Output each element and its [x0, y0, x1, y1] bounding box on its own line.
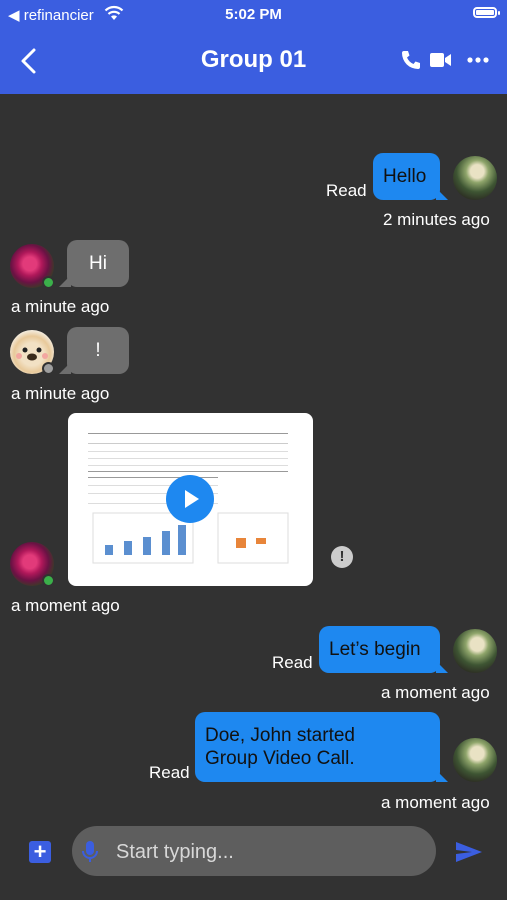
read-receipt: Read — [272, 653, 313, 672]
avatar[interactable] — [453, 738, 497, 782]
message-bubble[interactable]: Hi — [59, 240, 129, 287]
message-text-line: Doe, John started — [205, 725, 355, 746]
phone-icon[interactable] — [400, 49, 422, 71]
offline-status-indicator — [42, 362, 55, 375]
play-button[interactable] — [166, 475, 214, 523]
send-icon[interactable] — [455, 840, 483, 864]
read-receipt: Read — [149, 763, 190, 782]
message-text: ! — [95, 340, 101, 361]
add-icon: + — [33, 839, 47, 864]
message-timestamp: 2 minutes ago — [383, 210, 490, 229]
more-icon[interactable] — [467, 57, 489, 63]
add-attachment-button[interactable]: + — [29, 841, 51, 863]
online-status-indicator — [42, 276, 55, 289]
video-camera-icon[interactable] — [430, 52, 452, 68]
message-input[interactable] — [114, 834, 418, 870]
message-text-line: Group Video Call. — [205, 748, 355, 769]
message-timestamp: a minute ago — [11, 297, 110, 316]
message-timestamp: a moment ago — [11, 596, 120, 615]
message-text: Hi — [89, 253, 107, 274]
read-receipt: Read — [326, 181, 367, 200]
status-time: 5:02 PM — [225, 6, 282, 23]
message-text: Hello — [383, 166, 427, 187]
message-bubble[interactable]: Hello — [373, 153, 448, 200]
avatar[interactable] — [453, 629, 497, 673]
message-text: Let’s begin — [329, 639, 421, 660]
battery-icon — [473, 7, 500, 18]
message-timestamp: a moment ago — [381, 683, 490, 702]
status-bar: ◀ refinancier 5:02 PM — [0, 0, 507, 30]
exclamation-circle-icon[interactable]: ! — [331, 546, 353, 568]
message-bubble[interactable]: Let’s begin — [319, 626, 448, 673]
message-bubble[interactable]: Doe, John started Group Video Call. — [195, 712, 448, 782]
play-icon — [185, 490, 199, 508]
message-composer — [72, 826, 436, 876]
message-timestamp: a moment ago — [381, 793, 490, 812]
message-timestamp: a minute ago — [11, 384, 110, 403]
avatar[interactable] — [453, 156, 497, 200]
message-bubble[interactable]: ! — [59, 327, 129, 374]
microphone-icon[interactable] — [82, 840, 98, 864]
chat-header: Group 01 — [0, 30, 507, 94]
online-status-indicator — [42, 574, 55, 587]
